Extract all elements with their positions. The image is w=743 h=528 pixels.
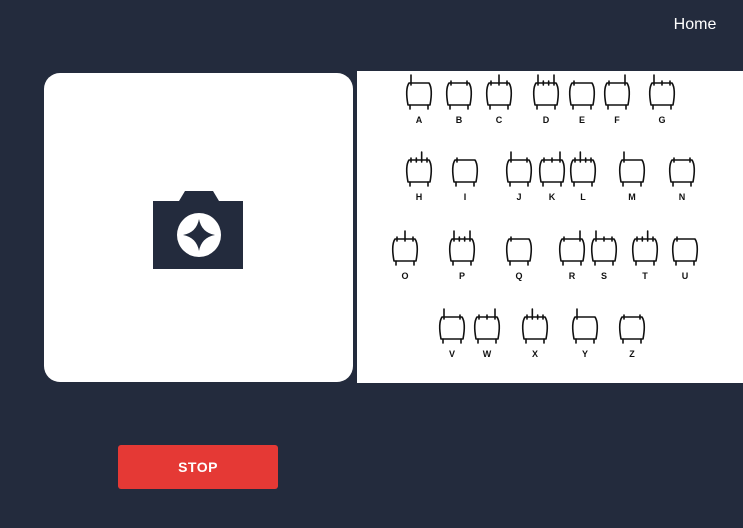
sign-letter-label: S [601,271,607,281]
sign-letter-label: O [401,271,408,281]
sign-letter-label: D [543,115,550,125]
hand-sign-icon [532,74,560,110]
hand-sign-icon [505,236,533,266]
sign-language-alphabet-chart: A B C D E F G H I J K L M N O P Q R S T U V W X Y Z [357,71,743,383]
hand-sign-icon [558,230,586,266]
sign-w: W [473,308,501,359]
camera-preview [44,73,353,382]
sign-letter-label: B [456,115,463,125]
sign-u: U [671,236,699,281]
sign-letter-label: F [614,115,620,125]
sign-b: B [445,80,473,125]
hand-sign-icon [438,308,466,344]
sign-x: X [521,308,549,359]
sign-h: H [405,151,433,202]
sign-letter-label: N [679,192,686,202]
sign-letter-label: H [416,192,423,202]
hand-sign-icon [448,230,476,266]
hand-sign-icon [618,151,646,187]
sign-y: Y [571,308,599,359]
stop-button[interactable]: STOP [118,445,278,489]
hand-sign-icon [505,151,533,187]
sign-s: S [590,230,618,281]
sign-letter-label: R [569,271,576,281]
hand-sign-icon [485,74,513,110]
sign-letter-label: Y [582,349,588,359]
hand-sign-icon [391,230,419,266]
sign-letter-label: U [682,271,689,281]
sign-letter-label: M [628,192,636,202]
sign-letter-label: T [642,271,648,281]
sign-i: I [451,157,479,202]
sign-letter-label: X [532,349,538,359]
sign-letter-label: Z [629,349,635,359]
sign-letter-label: Q [515,271,522,281]
sign-q: Q [505,236,533,281]
sign-v: V [438,308,466,359]
hand-sign-icon [405,151,433,187]
sign-letter-label: C [496,115,503,125]
hand-sign-icon [618,314,646,344]
hand-sign-icon [648,74,676,110]
sign-g: G [648,74,676,125]
hand-sign-icon [445,80,473,110]
sign-l: L [569,151,597,202]
sign-letter-label: I [464,192,467,202]
sign-n: N [668,157,696,202]
sign-k: K [538,151,566,202]
sign-c: C [485,74,513,125]
hand-sign-icon [631,230,659,266]
sign-e: E [568,80,596,125]
hand-sign-icon [571,308,599,344]
hand-sign-icon [590,230,618,266]
sign-m: M [618,151,646,202]
sign-letter-label: W [483,349,492,359]
sign-r: R [558,230,586,281]
sign-letter-label: P [459,271,465,281]
hand-sign-icon [603,74,631,110]
hand-sign-icon [569,151,597,187]
sign-a: A [405,74,433,125]
hand-sign-icon [668,157,696,187]
sign-j: J [505,151,533,202]
sign-letter-label: K [549,192,556,202]
hand-sign-icon [451,157,479,187]
hand-sign-icon [473,308,501,344]
sign-letter-label: A [416,115,423,125]
nav-home-link[interactable]: Home [663,14,727,36]
sign-letter-label: E [579,115,585,125]
sign-o: O [391,230,419,281]
hand-sign-icon [671,236,699,266]
sign-letter-label: G [658,115,665,125]
camera-icon [152,190,243,269]
sign-letter-label: V [449,349,455,359]
sign-p: P [448,230,476,281]
sign-z: Z [618,314,646,359]
hand-sign-icon [521,308,549,344]
sign-t: T [631,230,659,281]
sign-d: D [532,74,560,125]
sign-letter-label: J [516,192,521,202]
sign-f: F [603,74,631,125]
hand-sign-icon [538,151,566,187]
sign-letter-label: L [580,192,586,202]
hand-sign-icon [568,80,596,110]
hand-sign-icon [405,74,433,110]
